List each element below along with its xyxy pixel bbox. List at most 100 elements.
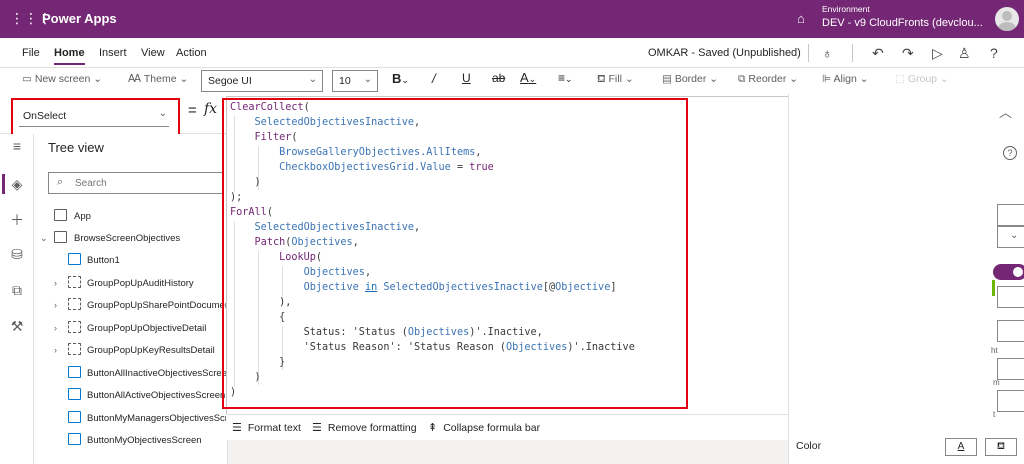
tree-item-app[interactable]: App [34, 206, 228, 228]
property-input[interactable] [997, 390, 1024, 412]
border-button[interactable]: ▤ Border ⌄ [662, 73, 718, 85]
remove-formatting-label: Remove formatting [327, 422, 417, 434]
strikethrough-button[interactable]: ab [492, 71, 505, 85]
property-input[interactable] [997, 286, 1024, 308]
collapse-formula-bar-button[interactable]: ⇞ Collapse formula bar [428, 421, 540, 434]
tree-view-layers-icon[interactable]: ◈ [0, 174, 34, 194]
search-icon: ⌕ [57, 176, 64, 188]
font-select[interactable]: Segoe UI ⌄ [201, 70, 323, 92]
menu-insert[interactable]: Insert [99, 47, 127, 59]
property-label-fragment: t [993, 410, 996, 419]
app-title[interactable]: Power Apps [42, 11, 117, 26]
screen-icon [54, 231, 67, 243]
fill-button[interactable]: ⛾ Fill ⌄ [597, 73, 634, 87]
property-value: OnSelect [23, 110, 67, 122]
button-icon [68, 253, 81, 265]
chevron-right-icon[interactable]: › [54, 278, 57, 288]
app-icon [54, 209, 67, 221]
tree-item[interactable]: ButtonAllActiveObjectivesScreen [34, 385, 228, 407]
insert-plus-icon[interactable]: ＋ [0, 210, 34, 230]
advanced-tools-icon[interactable]: ⚒ [0, 318, 34, 335]
data-cylinder-icon[interactable]: ⛁ [0, 246, 34, 263]
tree-item-screen[interactable]: ⌄ BrowseScreenObjectives [34, 228, 228, 250]
tree-item[interactable]: › GroupPopUpObjectiveDetail [34, 318, 228, 340]
preview-play-icon[interactable]: ▷ [932, 45, 943, 62]
new-screen-button[interactable]: ▭ New screen ⌄ [22, 73, 102, 85]
underline-button[interactable]: U [462, 71, 471, 85]
tree-item-label: GroupPopUpSharePointDocuments [87, 300, 228, 311]
app-checker-icon[interactable]: ♁ [822, 45, 833, 61]
tree-item[interactable]: ButtonMyManagersObjectivesScreen [34, 408, 228, 430]
font-size-select[interactable]: 10 ⌄ [332, 70, 378, 92]
align-button[interactable]: ⊫ Align ⌄ [822, 73, 869, 85]
group-icon [68, 343, 81, 355]
help-icon[interactable]: ? [990, 45, 998, 61]
toggle-switch[interactable] [993, 264, 1024, 280]
hamburger-menu-icon[interactable]: ≡ [0, 138, 34, 154]
help-circle-icon[interactable]: ? [1003, 146, 1017, 160]
chevron-right-icon[interactable]: › [54, 300, 57, 310]
font-size-value: 10 [339, 75, 351, 87]
tree-search-input[interactable] [75, 176, 215, 190]
chevron-down-icon: ⌄ [363, 74, 372, 85]
property-input[interactable] [997, 320, 1024, 342]
media-icon[interactable]: ⧉ [0, 282, 34, 299]
share-user-icon[interactable]: ♙ [958, 45, 971, 62]
environment-label: Environment [822, 4, 870, 14]
fill-color-button[interactable]: ⛾ [985, 438, 1017, 456]
environment-name[interactable]: DEV - v9 CloudFronts (devclou... [822, 17, 983, 29]
property-select-field[interactable]: OnSelect ⌄ [19, 105, 169, 127]
undo-icon[interactable]: ↶ [872, 45, 884, 62]
menu-view[interactable]: View [141, 47, 165, 59]
fill-label: Fill [608, 73, 622, 85]
group-button[interactable]: ⬚ Group ⌄ [895, 73, 949, 85]
tree-item-label: ButtonAllActiveObjectivesScreen [87, 390, 226, 401]
bold-button[interactable]: B⌄ [392, 71, 409, 86]
menu-action[interactable]: Action [176, 47, 207, 59]
ribbon-toolbar: ▭ New screen ⌄ Ꜳ Theme ⌄ Segoe UI ⌄ 10 ⌄… [0, 68, 1024, 94]
group-label: Group [907, 73, 938, 85]
group-icon [68, 298, 81, 310]
collapse-icon: ⇞ [428, 422, 438, 434]
property-select[interactable]: ⌄ [997, 226, 1024, 248]
chevron-down-icon: ⌄ [158, 108, 167, 119]
menu-file[interactable]: File [22, 47, 40, 59]
tree-view-title: Tree view [48, 140, 104, 155]
chevron-right-icon[interactable]: › [54, 323, 57, 333]
format-text-button[interactable]: ☰ Format text [232, 421, 301, 434]
tree-item-label: GroupPopUpKeyResultsDetail [87, 345, 215, 356]
button-icon [68, 365, 81, 378]
group-icon [68, 320, 81, 333]
tree-search-box[interactable]: ⌕ [48, 172, 223, 194]
reorder-button[interactable]: ⧉ Reorder ⌄ [738, 73, 798, 86]
tree-item[interactable]: › GroupPopUpKeyResultsDetail [34, 340, 228, 362]
chevron-right-icon[interactable]: › [54, 345, 57, 355]
tree-item[interactable]: › GroupPopUpSharePointDocuments [34, 295, 228, 317]
divider [852, 44, 853, 62]
menu-home[interactable]: Home [54, 47, 85, 65]
redo-icon[interactable]: ↷ [902, 45, 914, 62]
tree-item[interactable]: ButtonAllInactiveObjectivesScreen [34, 363, 228, 385]
font-color-button[interactable]: A⌄ [520, 70, 536, 85]
tree-item-label: GroupPopUpObjectiveDetail [87, 322, 207, 334]
collapse-label: Collapse formula bar [443, 422, 541, 434]
app-launcher-icon[interactable]: ⋮⋮⋮ [10, 10, 52, 26]
format-text-icon: ☰ [232, 422, 242, 434]
color-label: Color [796, 440, 822, 452]
text-align-button[interactable]: ≡⌄ [558, 71, 573, 85]
format-text-label: Format text [247, 422, 301, 434]
user-avatar[interactable] [995, 7, 1019, 31]
property-input[interactable] [997, 204, 1024, 226]
italic-button[interactable]: / [432, 71, 436, 86]
property-input[interactable] [997, 358, 1024, 380]
left-rail: ≡ ◈ ＋ ⛁ ⧉ ⚒ [0, 134, 34, 464]
remove-formatting-button[interactable]: ☰ Remove formatting [312, 421, 417, 434]
highlight-box [222, 98, 688, 409]
tree-item[interactable]: ButtonMyObjectivesScreen [34, 430, 228, 452]
tree-item[interactable]: › GroupPopUpAuditHistory [34, 273, 228, 295]
tree-item[interactable]: Button1 [34, 250, 228, 272]
chevron-up-icon[interactable]: ︿ [999, 102, 1012, 121]
chevron-down-icon: ⌄ [308, 74, 317, 85]
theme-button[interactable]: Ꜳ Theme ⌄ [128, 73, 188, 85]
color-swatch-button[interactable]: A [945, 438, 977, 456]
